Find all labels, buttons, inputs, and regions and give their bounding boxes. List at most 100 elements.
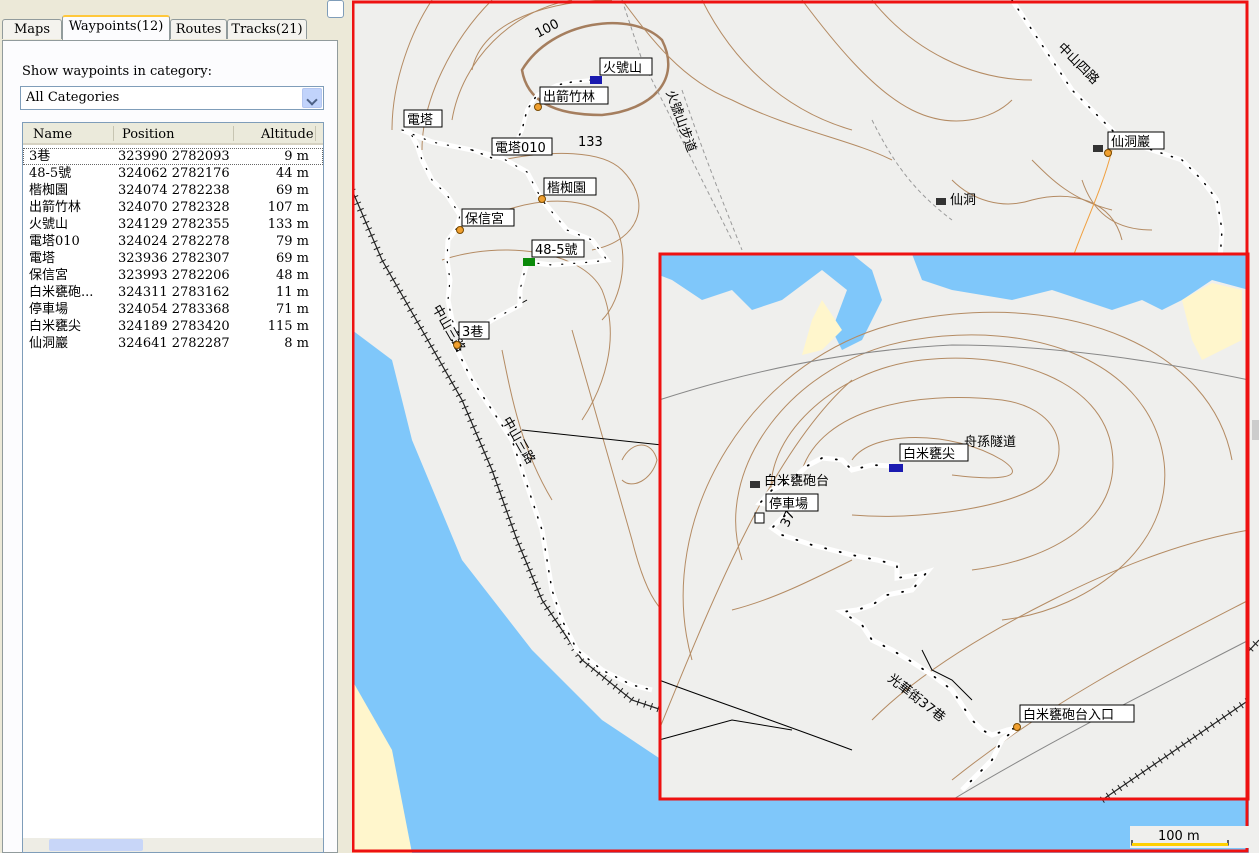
waypoint-position: 324054 2783368	[118, 302, 230, 317]
waypoint-altitude: 48 m	[275, 268, 309, 283]
category-select[interactable]: All Categories	[20, 86, 324, 110]
column-divider[interactable]	[315, 126, 316, 141]
waypoint-altitude: 9 m	[284, 149, 309, 164]
waypoint-name: 保信宮	[29, 268, 69, 283]
house-icon	[523, 258, 535, 266]
tab-strip: Maps Waypoints(12) Routes Tracks(21)	[0, 14, 341, 40]
waypoint-dot-icon	[1013, 723, 1021, 731]
collapse-panel-button[interactable]	[327, 0, 344, 18]
table-row[interactable]: 仙洞巖 324641 2782287 8 m	[23, 335, 323, 352]
table-row[interactable]: 保信宮 323993 2782206 48 m	[23, 267, 323, 284]
waypoint-label: 48-5號	[535, 243, 578, 258]
waypoint-label: 3巷	[462, 325, 483, 340]
waypoint-tower[interactable]: 電塔	[403, 109, 443, 128]
waypoint-position: 324189 2783420	[118, 319, 230, 334]
panel-splitter[interactable]	[327, 0, 352, 853]
summit-icon	[590, 76, 602, 84]
waypoint-position: 323936 2782307	[118, 251, 230, 266]
table-row[interactable]: 白米甕砲... 324311 2783162 11 m	[23, 284, 323, 301]
waypoint-altitude: 44 m	[275, 166, 309, 181]
tab-routes[interactable]: Routes	[170, 19, 227, 39]
table-row[interactable]: 出箭竹林 324070 2782328 107 m	[23, 199, 323, 216]
chevron-down-icon[interactable]	[302, 88, 322, 108]
map-view[interactable]: 100 133 火號山步道 中山四路 中山三路 中山三路 仙洞 火號山 出箭竹林…	[352, 0, 1259, 853]
waypoint-position: 323993 2782206	[118, 268, 230, 283]
waypoint-parking[interactable]: 停車場	[765, 493, 819, 512]
battery-label: 白米甕砲台	[764, 473, 829, 489]
table-row[interactable]: 電塔010 324024 2782278 79 m	[23, 233, 323, 250]
waypoint-altitude: 69 m	[275, 251, 309, 266]
waypoint-position: 324024 2782278	[118, 234, 230, 249]
waypoint-tower010[interactable]: 電塔010	[491, 137, 553, 156]
table-row[interactable]: 電塔 323936 2782307 69 m	[23, 250, 323, 267]
camera-icon	[936, 198, 946, 205]
waypoint-name: 停車場	[29, 302, 69, 317]
waypoint-name: 白米甕砲...	[29, 285, 94, 300]
table-row[interactable]: 48-5號 324062 2782176 44 m	[23, 165, 323, 182]
waypoint-altitude: 133 m	[267, 217, 309, 232]
waypoint-name: 電塔	[29, 251, 56, 266]
column-divider[interactable]	[113, 126, 114, 141]
waypoint-label: 火號山	[603, 61, 642, 76]
cave-label: 仙洞	[950, 193, 976, 208]
column-header-altitude[interactable]: Altitude	[261, 127, 314, 142]
waypoint-position: 324062 2782176	[118, 166, 230, 181]
column-header-name[interactable]: Name	[33, 127, 72, 142]
waypoint-dot-icon	[1104, 149, 1112, 157]
list-header: Name Position Altitude	[23, 123, 323, 145]
camera-icon	[750, 481, 760, 488]
column-header-position[interactable]: Position	[122, 127, 174, 142]
waypoint-name: 白米甕尖	[29, 319, 82, 334]
column-divider[interactable]	[233, 126, 234, 141]
waypoint-name: 3巷	[29, 149, 51, 164]
waypoint-name: 電塔010	[29, 234, 80, 249]
waypoint-altitude: 107 m	[267, 200, 309, 215]
waypoint-position: 324311 2783162	[118, 285, 230, 300]
table-row[interactable]: 白米甕尖 324189 2783420 115 m	[23, 318, 323, 335]
waypoint-name: 出箭竹林	[29, 200, 82, 215]
waypoint-dot-icon	[534, 103, 542, 111]
waypoint-altitude: 79 m	[275, 234, 309, 249]
waypoint-dot-icon	[453, 341, 461, 349]
category-select-value: All Categories	[26, 90, 120, 105]
tunnel-label: 舟孫隧道	[964, 434, 1016, 450]
scrollbar-thumb[interactable]	[49, 839, 143, 851]
waypoint-label: 白米甕砲台入口	[1023, 707, 1114, 723]
waypoint-label: 保信宮	[465, 211, 504, 227]
waypoint-position: 323990 2782093	[118, 149, 230, 164]
parking-icon	[754, 512, 765, 524]
waypoint-altitude: 69 m	[275, 183, 309, 198]
waypoint-dot-icon	[538, 195, 546, 203]
waypoint-altitude: 11 m	[275, 285, 309, 300]
waypoint-position: 324070 2782328	[118, 200, 230, 215]
waypoint-list[interactable]: Name Position Altitude 3巷 323990 2782093…	[22, 122, 324, 853]
table-row[interactable]: 火號山 324129 2782355 133 m	[23, 216, 323, 233]
table-row[interactable]: 楷椥園 324074 2782238 69 m	[23, 182, 323, 199]
waypoint-label: 停車場	[769, 496, 808, 512]
category-label: Show waypoints in category:	[22, 64, 212, 79]
waypoint-label: 出箭竹林	[543, 89, 595, 105]
waypoint-name: 火號山	[29, 217, 69, 232]
spot-height: 133	[578, 135, 603, 150]
tab-maps[interactable]: Maps	[2, 19, 62, 39]
waypoint-position: 324129 2782355	[118, 217, 230, 232]
scale-bar-graphic: 100 m	[1130, 826, 1250, 848]
scale-label: 100 m	[1158, 829, 1200, 844]
tab-waypoints[interactable]: Waypoints(12)	[62, 15, 170, 40]
scroll-handle[interactable]	[1252, 420, 1259, 440]
camera-icon	[1093, 145, 1103, 152]
tab-tracks[interactable]: Tracks(21)	[227, 19, 307, 39]
waypoint-position: 324074 2782238	[118, 183, 230, 198]
inset-map: 舟孫隧道 白米甕砲台 37巷 光華街37巷 白米甕尖 停車場 白米甕砲台入口	[658, 254, 1251, 853]
waypoint-name: 48-5號	[29, 166, 72, 181]
table-row[interactable]: 3巷 323990 2782093 9 m	[23, 148, 323, 165]
waypoint-label: 白米甕尖	[903, 446, 955, 462]
waypoint-dot-icon	[456, 226, 464, 234]
map-canvas[interactable]: 100 133 火號山步道 中山四路 中山三路 中山三路 仙洞 火號山 出箭竹林…	[352, 0, 1259, 853]
horizontal-scrollbar[interactable]	[23, 838, 323, 852]
table-row[interactable]: 停車場 324054 2783368 71 m	[23, 301, 323, 318]
waypoints-panel: Maps Waypoints(12) Routes Tracks(21) Sho…	[0, 0, 341, 853]
waypoint-label: 電塔010	[495, 141, 546, 156]
summit-icon	[889, 464, 903, 472]
waypoint-label: 楷椥園	[547, 181, 586, 196]
